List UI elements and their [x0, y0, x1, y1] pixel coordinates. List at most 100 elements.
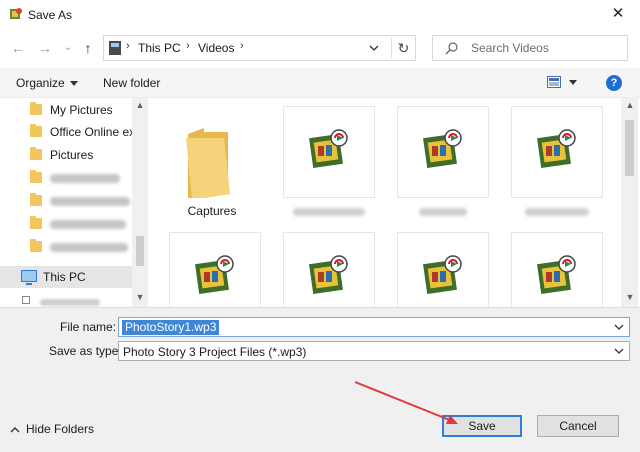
save-as-type-value: Photo Story 3 Project Files (*.wp3)	[123, 345, 307, 359]
sidebar-item-redacted[interactable]	[0, 167, 132, 189]
back-button[interactable]: ←	[10, 38, 26, 58]
caret-down-icon	[69, 81, 78, 87]
forward-button[interactable]: →	[37, 38, 53, 58]
sidebar-item-label: My Pictures	[50, 103, 113, 117]
save-button[interactable]: Save	[442, 415, 522, 437]
navigation-pane: My Pictures Office Online ex Pictures Th…	[0, 98, 148, 307]
sidebar-item-label: This PC	[43, 270, 86, 284]
search-box[interactable]: Search Videos	[432, 35, 628, 61]
redacted-file-name	[419, 208, 467, 216]
window-title: Save As	[28, 8, 73, 22]
file-tile[interactable]	[283, 106, 375, 216]
scrollbar-thumb[interactable]	[625, 120, 634, 176]
file-list-scrollbar[interactable]: ▲ ▼	[621, 98, 638, 307]
file-tile[interactable]	[397, 232, 489, 307]
back-arrow-icon: ←	[11, 40, 25, 56]
photostory-file-icon	[195, 255, 234, 294]
save-as-type-label: Save as type:	[49, 344, 122, 358]
network-icon	[22, 296, 30, 304]
help-icon: ?	[610, 77, 618, 89]
photostory-file-icon	[309, 255, 348, 294]
close-icon: ✕	[611, 5, 625, 22]
file-name: Captures	[187, 204, 237, 218]
up-button[interactable]: ↑	[80, 38, 96, 58]
file-tile[interactable]	[397, 106, 489, 216]
redacted-label	[50, 197, 130, 206]
this-pc-icon	[109, 41, 121, 55]
folder-icon	[30, 124, 42, 137]
breadcrumb-separator: ›	[240, 40, 244, 52]
navigation-scrollbar[interactable]: ▲ ▼	[132, 98, 148, 307]
sidebar-item-my-pictures[interactable]: My Pictures	[0, 99, 132, 121]
folder-tile-captures[interactable]: Captures	[166, 106, 258, 218]
new-folder-button[interactable]: New folder	[103, 76, 160, 90]
file-list: Captures	[150, 98, 621, 307]
scroll-up-icon[interactable]: ▲	[625, 100, 635, 110]
sidebar-item-label: Pictures	[50, 148, 94, 162]
folder-icon	[30, 239, 42, 252]
file-name-field[interactable]: PhotoStory1.wp3	[118, 317, 630, 337]
breadcrumb-this-pc[interactable]: This PC	[138, 41, 181, 55]
redacted-label	[50, 220, 126, 229]
scroll-down-icon[interactable]: ▼	[135, 292, 145, 302]
address-bar[interactable]: › This PC › Videos › ↻	[103, 35, 416, 61]
file-tile[interactable]	[169, 232, 261, 307]
breadcrumb-separator: ›	[186, 40, 190, 52]
photostory-file-icon	[309, 129, 348, 168]
breadcrumb-videos[interactable]: Videos	[198, 41, 234, 55]
hide-folders-button[interactable]: Hide Folders	[10, 422, 94, 436]
chevron-down-icon[interactable]	[614, 322, 624, 332]
redacted-label	[50, 174, 120, 183]
view-options-icon[interactable]	[547, 76, 561, 88]
sidebar-item-redacted[interactable]	[0, 236, 132, 258]
file-name-label: File name:	[60, 320, 117, 334]
chevron-up-icon	[10, 426, 20, 433]
organize-menu[interactable]: Organize	[16, 76, 78, 90]
help-button[interactable]: ?	[606, 75, 622, 91]
folder-icon	[186, 128, 230, 198]
redacted-label	[40, 299, 100, 306]
folder-icon	[30, 193, 42, 206]
view-caret-icon[interactable]	[569, 80, 577, 85]
folder-icon	[30, 147, 42, 160]
photostory-file-icon	[423, 255, 462, 294]
scrollbar-thumb[interactable]	[136, 236, 144, 266]
title-bar: Save As ✕	[0, 0, 640, 30]
scroll-up-icon[interactable]: ▲	[135, 100, 145, 110]
computer-icon	[21, 270, 37, 285]
redacted-label	[50, 243, 128, 252]
sidebar-item-office-online[interactable]: Office Online ex	[0, 121, 132, 143]
organize-label: Organize	[16, 76, 65, 90]
hide-folders-label: Hide Folders	[26, 422, 95, 436]
breadcrumb-separator: ›	[126, 40, 130, 52]
photostory-file-icon	[537, 255, 576, 294]
file-tile[interactable]	[283, 232, 375, 307]
photostory-app-icon	[10, 8, 22, 19]
redacted-file-name	[525, 208, 589, 216]
file-tile[interactable]	[511, 232, 603, 307]
recent-locations-button[interactable]: ⌄	[60, 38, 76, 58]
photostory-file-icon	[537, 129, 576, 168]
save-as-type-select[interactable]: Photo Story 3 Project Files (*.wp3)	[118, 341, 630, 361]
file-tile[interactable]	[511, 106, 603, 216]
sidebar-item-redacted[interactable]	[0, 190, 132, 212]
chevron-down-icon[interactable]	[614, 346, 624, 356]
search-placeholder: Search Videos	[471, 41, 549, 55]
folder-icon	[30, 102, 42, 115]
sidebar-item-pictures[interactable]: Pictures	[0, 144, 132, 166]
cancel-button[interactable]: Cancel	[537, 415, 619, 437]
folder-icon	[30, 216, 42, 229]
close-button[interactable]: ✕	[607, 4, 629, 24]
scroll-down-icon[interactable]: ▼	[625, 292, 635, 302]
refresh-icon: ↻	[397, 40, 410, 56]
photostory-file-icon	[423, 129, 462, 168]
chevron-down-icon: ⌄	[63, 42, 73, 53]
sidebar-item-this-pc[interactable]: This PC	[0, 266, 132, 288]
redacted-file-name	[293, 208, 365, 216]
address-dropdown-icon[interactable]	[367, 40, 381, 56]
search-icon	[445, 42, 458, 55]
folder-icon	[30, 170, 42, 183]
refresh-button[interactable]: ↻	[391, 37, 415, 59]
sidebar-item-redacted[interactable]	[0, 213, 132, 235]
sidebar-item-label: Office Online ex	[50, 125, 132, 139]
